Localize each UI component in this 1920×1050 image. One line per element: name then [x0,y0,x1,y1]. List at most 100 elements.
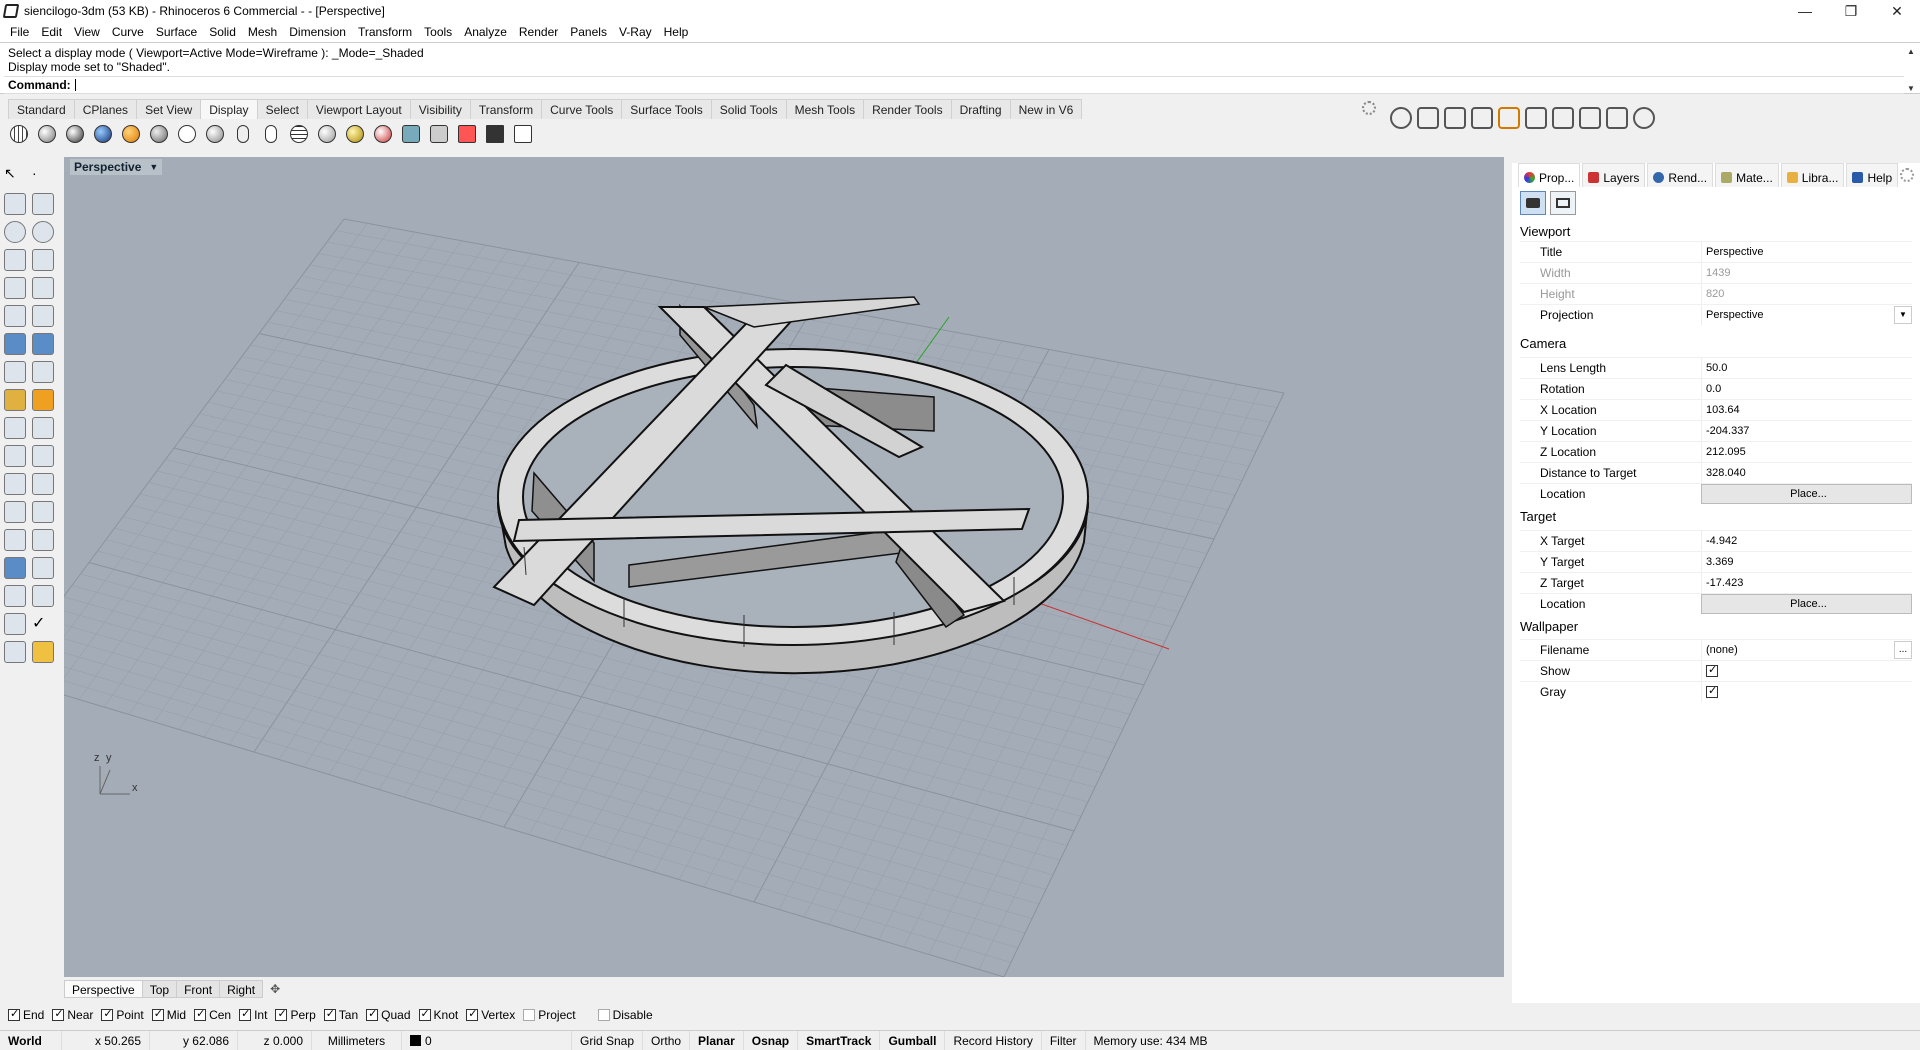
rendered-orange-sphere-icon[interactable] [120,123,142,145]
osnap-point[interactable]: Point [101,1007,144,1022]
polyline-icon[interactable] [4,193,26,215]
monitor-icon[interactable] [484,123,506,145]
viewport-title-field[interactable]: Perspective [1701,241,1912,262]
analyze-icon[interactable] [4,613,26,635]
menu-solid[interactable]: Solid [203,25,242,39]
select-arrow-icon[interactable]: ↖ [4,165,26,187]
prop-value-field[interactable]: 212.095 [1701,441,1912,462]
osnap-checkbox[interactable] [8,1007,20,1021]
grid-snap-toggle[interactable]: Grid Snap [572,1030,644,1050]
text-icon[interactable] [4,501,26,523]
array-icon[interactable] [4,529,26,551]
block-icon[interactable] [4,557,26,579]
prop-value-field[interactable]: 103.64 [1701,399,1912,420]
viewport-tab-front[interactable]: Front [176,980,221,998]
surface-icon[interactable] [4,305,26,327]
osnap-end[interactable]: End [8,1007,44,1022]
osnap-disable[interactable]: Disable [597,1008,653,1022]
cplane-indicator[interactable]: World [0,1030,62,1050]
render-region-icon[interactable] [1471,107,1493,129]
command-input[interactable]: Command: [4,76,1904,94]
osnap-project[interactable]: Project [523,1008,576,1022]
osnap-vertex[interactable]: Vertex [466,1007,515,1022]
viewport-tab-perspective[interactable]: Perspective [64,980,143,998]
smarttrack-toggle[interactable]: SmartTrack [798,1030,881,1050]
box-render-icon[interactable] [1525,107,1547,129]
osnap-quad[interactable]: Quad [366,1007,411,1022]
menu-analyze[interactable]: Analyze [458,25,513,39]
tab-viewport-layout[interactable]: Viewport Layout [306,99,411,119]
osnap-near[interactable]: Near [52,1007,93,1022]
rendered-sphere-icon[interactable] [64,123,86,145]
boolean-icon[interactable] [32,333,54,355]
tab-render-tools[interactable]: Render Tools [863,99,952,119]
minimize-button[interactable]: — [1782,0,1828,22]
osnap-checkbox[interactable] [366,1007,379,1021]
camera-icon[interactable] [400,123,422,145]
tab-curve-tools[interactable]: Curve Tools [541,99,623,119]
units-indicator[interactable]: Millimeters [312,1030,402,1050]
rectangle-icon[interactable] [32,249,54,271]
capsule-wire-icon[interactable] [260,123,282,145]
panel-settings-gear-icon[interactable] [1900,168,1914,182]
add-viewport-icon[interactable]: ✥ [266,980,284,998]
gumball-toggle[interactable]: Gumball [880,1030,946,1050]
browse-button[interactable]: ... [1894,640,1912,659]
menu-dimension[interactable]: Dimension [283,25,352,39]
tab-cplanes[interactable]: CPlanes [73,99,138,119]
ghosted-sphere-icon[interactable] [92,123,114,145]
tab-select[interactable]: Select [256,99,308,119]
command-scrollbar[interactable]: ▲ ▼ [1904,47,1918,93]
shaded-sphere-icon[interactable] [36,123,58,145]
arc-icon[interactable] [4,249,26,271]
osnap-knot[interactable]: Knot [418,1007,458,1022]
tab-surface-tools[interactable]: Surface Tools [621,99,712,119]
prop-value-field[interactable]: 3.369 [1701,551,1912,572]
prop-value-field[interactable]: -4.942 [1701,530,1912,551]
panel-tab-rendering[interactable]: Rend... [1647,163,1714,187]
point-icon[interactable]: · [32,165,54,187]
circle-icon[interactable] [4,221,26,243]
osnap-tan[interactable]: Tan [323,1007,358,1022]
scale-icon[interactable] [32,501,54,523]
osnap-checkbox[interactable] [239,1007,252,1021]
osnap-checkbox[interactable] [194,1007,207,1021]
prop-value-field[interactable]: -17.423 [1701,572,1912,593]
cylinder-icon[interactable] [4,361,26,383]
filter-toggle[interactable]: Filter [1042,1030,1086,1050]
mesh-plane-icon[interactable] [32,361,54,383]
tab-display[interactable]: Display [200,99,258,119]
menu-edit[interactable]: Edit [35,25,68,39]
move-icon[interactable] [4,473,26,495]
render-window-icon[interactable] [1444,107,1466,129]
checkmark-icon[interactable]: ✓ [32,613,54,635]
ellipse-icon[interactable] [32,221,54,243]
lights-icon[interactable] [428,123,450,145]
record-history-toggle[interactable]: Record History [945,1030,1042,1050]
copy-icon[interactable] [32,473,54,495]
scroll-up-icon[interactable]: ▲ [1907,47,1915,56]
tab-transform[interactable]: Transform [469,99,543,119]
osnap-perp[interactable]: Perp [275,1007,316,1022]
dimension-icon[interactable] [32,557,54,579]
panel-tab-libraries[interactable]: Libra... [1780,163,1845,187]
gumball-icon[interactable] [32,585,54,607]
hide-objects-icon[interactable] [456,123,478,145]
extrude-icon[interactable] [32,305,54,327]
osnap-checkbox[interactable] [597,1009,610,1021]
tab-mesh-tools[interactable]: Mesh Tools [785,99,865,119]
ortho-toggle[interactable]: Ortho [643,1030,691,1050]
gray-sphere-icon[interactable] [316,123,338,145]
explode-icon[interactable] [4,389,26,411]
osnap-checkbox[interactable] [418,1007,431,1021]
panel-tab-help[interactable]: Help [1846,163,1899,187]
tab-set-view[interactable]: Set View [136,99,202,119]
render-icon[interactable] [4,641,26,663]
prop-value-field[interactable]: 50.0 [1701,357,1912,378]
menu-curve[interactable]: Curve [106,25,150,39]
osnap-checkbox[interactable] [151,1007,164,1021]
teapot-icon[interactable] [1417,107,1439,129]
viewport-tab-right[interactable]: Right [219,980,264,998]
sun-icon[interactable] [1633,107,1655,129]
menu-help[interactable]: Help [658,25,695,39]
